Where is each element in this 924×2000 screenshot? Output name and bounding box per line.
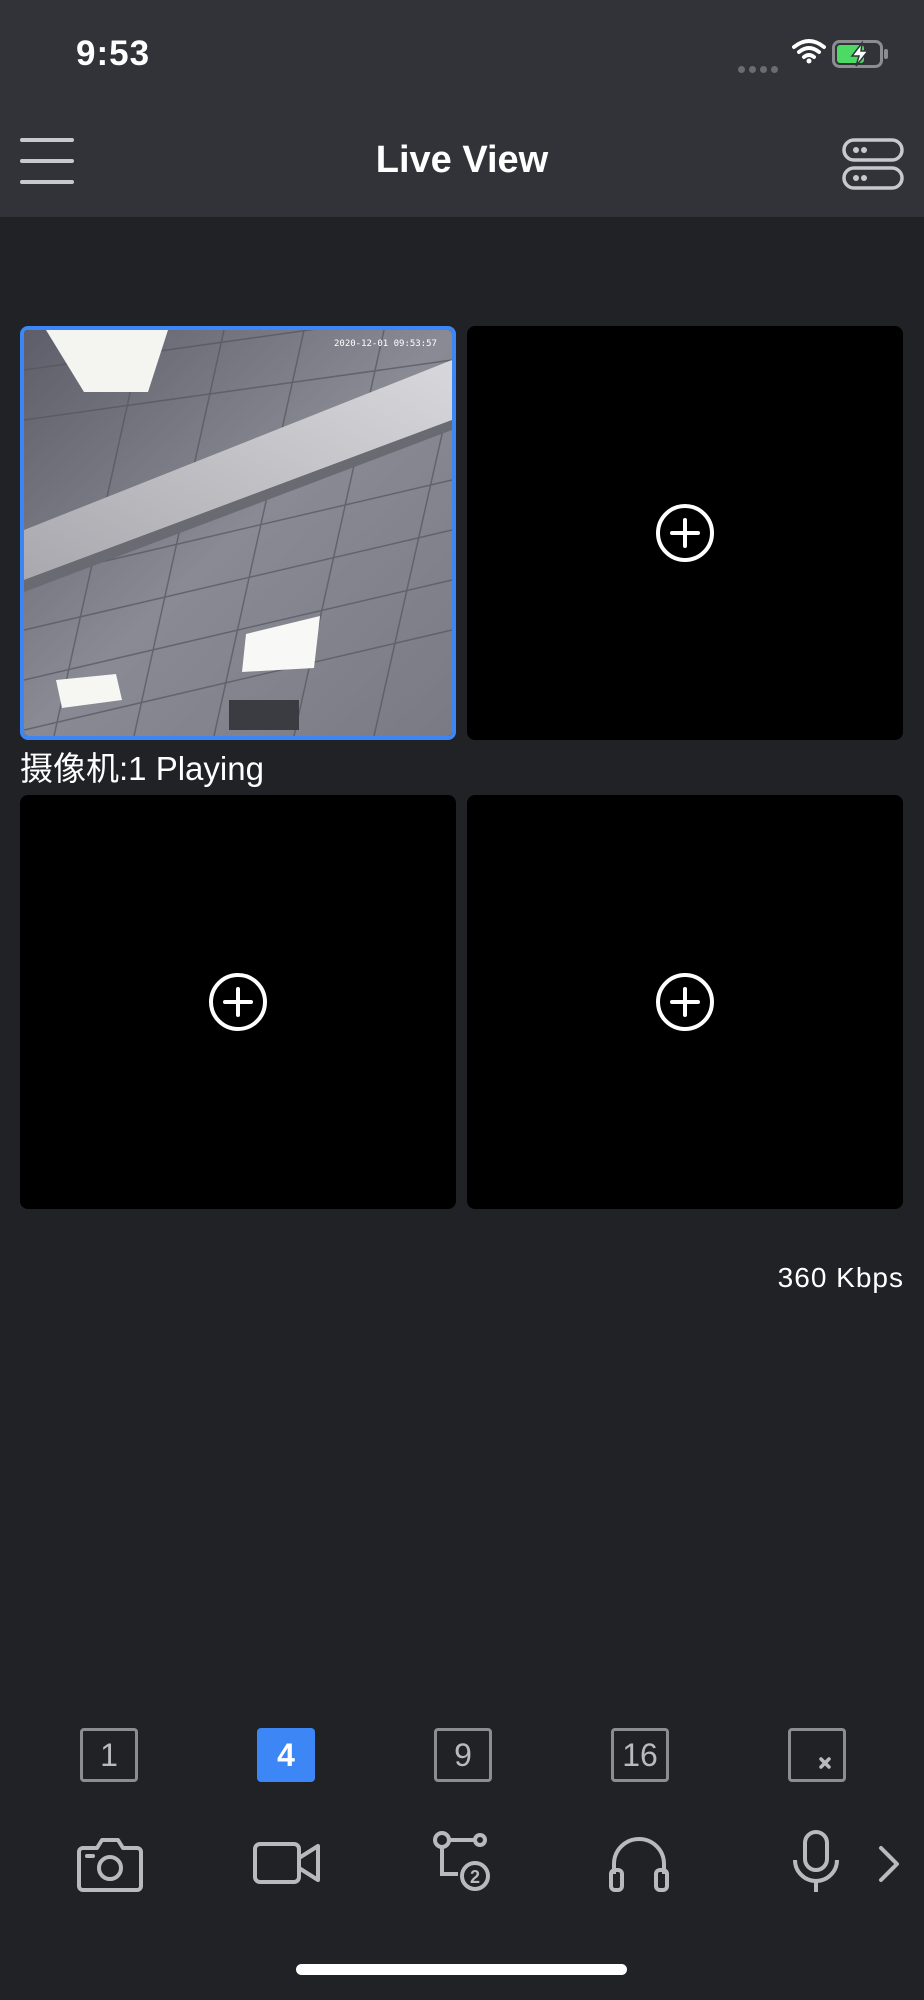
video-record-icon[interactable]: [252, 1830, 322, 1894]
chevron-right-icon[interactable]: [875, 1844, 903, 1884]
video-timestamp: 2020-12-01 09:53:57: [334, 339, 437, 349]
video-cell-1[interactable]: 2020-12-01 09:53:57: [20, 326, 456, 740]
bitrate-readout: 360 Kbps: [777, 1262, 904, 1293]
header-bar: 9:53 Live View: [0, 0, 924, 217]
close-split-icon: [788, 1728, 846, 1782]
battery-charging-icon: [832, 40, 888, 68]
video-cell-4[interactable]: [467, 795, 903, 1209]
wifi-icon: [792, 39, 826, 64]
add-circle-icon[interactable]: [654, 971, 716, 1033]
layout-9-button[interactable]: 9: [434, 1728, 492, 1782]
add-circle-icon[interactable]: [207, 971, 269, 1033]
camera-snapshot-icon[interactable]: [75, 1830, 145, 1894]
svg-text:2: 2: [470, 1867, 480, 1887]
page-title: Live View: [375, 139, 549, 181]
status-time: 9:53: [76, 34, 151, 73]
layout-16-button[interactable]: 16: [611, 1728, 669, 1782]
headphones-icon[interactable]: [604, 1830, 674, 1894]
microphone-icon[interactable]: [781, 1830, 851, 1894]
home-indicator[interactable]: [296, 1964, 627, 1975]
close-all-button[interactable]: [788, 1728, 846, 1782]
add-circle-icon[interactable]: [654, 502, 716, 564]
cellular-signal-icon: [738, 60, 782, 73]
layout-1-button[interactable]: 1: [80, 1728, 138, 1782]
video-cell-3[interactable]: [20, 795, 456, 1209]
stream-switch-icon[interactable]: 2: [430, 1830, 500, 1894]
video-cell-2[interactable]: [467, 326, 903, 740]
camera-feed-image: 2020-12-01 09:53:57: [24, 330, 452, 736]
device-list-icon[interactable]: [842, 138, 904, 190]
camera-status-label: 摄像机:1 Playing: [20, 750, 264, 787]
layout-4-button[interactable]: 4: [257, 1728, 315, 1782]
